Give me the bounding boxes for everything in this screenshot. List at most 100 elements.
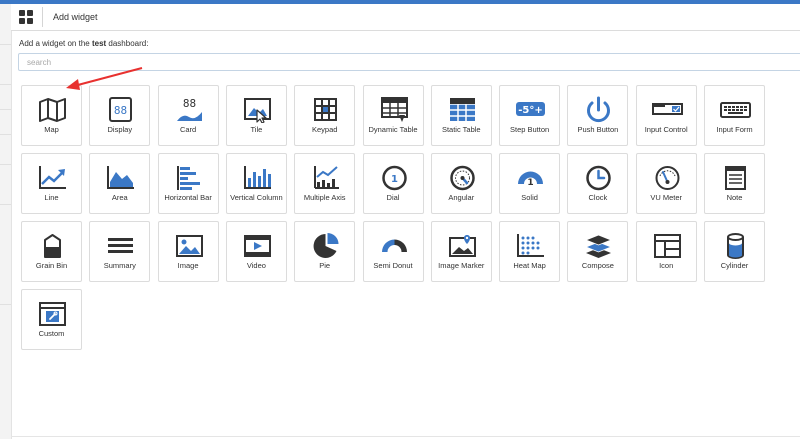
widget-tile-push-button[interactable]: Push Button bbox=[567, 85, 629, 146]
widget-label: Card bbox=[179, 125, 197, 134]
widget-label: Icon bbox=[659, 261, 674, 270]
widget-tile-area[interactable]: Area bbox=[89, 153, 151, 214]
widget-tile-multiple-axis[interactable]: Multiple Axis bbox=[294, 153, 356, 214]
widget-tile-icon[interactable]: Icon bbox=[635, 221, 697, 282]
instruction-text: Add a widget on the test dashboard: bbox=[19, 39, 148, 48]
widget-tile-grain-bin[interactable]: Grain Bin bbox=[21, 221, 82, 282]
solid-gauge-icon: 1 bbox=[518, 171, 544, 188]
dialog-header: Add widget bbox=[11, 4, 800, 31]
widget-label: Static Table bbox=[441, 125, 481, 134]
widget-tile-compose[interactable]: Compose bbox=[567, 221, 629, 282]
pie-chart-icon bbox=[313, 233, 339, 258]
widget-tile-static-table[interactable]: Static Table bbox=[430, 85, 492, 146]
widget-tile-image-marker[interactable]: Image Marker bbox=[430, 221, 492, 282]
widget-tile-keypad[interactable]: Keypad bbox=[294, 85, 356, 146]
widget-label: Step Button bbox=[509, 125, 550, 134]
widget-label: Compose bbox=[581, 261, 614, 270]
widget-tile-map[interactable]: Map bbox=[21, 85, 82, 146]
widget-label: Horizontal Bar bbox=[164, 193, 212, 202]
widget-label: Line bbox=[44, 193, 59, 202]
semi-donut-icon bbox=[381, 239, 407, 252]
widget-tile-angular[interactable]: Angular bbox=[430, 153, 492, 214]
input-control-icon bbox=[651, 103, 683, 115]
widget-label: Dial bbox=[386, 193, 400, 202]
widget-tile-dial[interactable]: 1 Dial bbox=[362, 153, 424, 214]
dashboard-grid-icon[interactable] bbox=[19, 10, 33, 24]
widget-label: Display bbox=[107, 125, 133, 134]
widget-label: Pie bbox=[319, 261, 331, 270]
widget-label: Tile bbox=[250, 125, 263, 134]
widget-tile-image[interactable]: Image bbox=[157, 221, 219, 282]
dynamic-table-icon bbox=[380, 97, 408, 122]
widget-tile-pie[interactable]: Pie bbox=[294, 221, 356, 282]
widget-tile-summary[interactable]: Summary bbox=[89, 221, 151, 282]
svg-text:-5°+: -5°+ bbox=[518, 105, 543, 116]
widget-tile-display[interactable]: 88 Display bbox=[89, 85, 151, 146]
angular-gauge-icon bbox=[450, 165, 475, 191]
compose-icon bbox=[585, 234, 613, 258]
widget-tile-custom[interactable]: Custom bbox=[21, 289, 82, 350]
grain-bin-icon bbox=[44, 234, 61, 258]
widget-tile-card[interactable]: 88 Card bbox=[157, 85, 219, 146]
svg-text:88: 88 bbox=[182, 97, 195, 110]
clock-icon bbox=[586, 165, 612, 191]
widget-tile-line[interactable]: Line bbox=[21, 153, 82, 214]
widget-tile-step-button[interactable]: -5°+ Step Button bbox=[499, 85, 561, 146]
display-icon: 88 bbox=[109, 97, 133, 122]
widget-label: Solid bbox=[521, 193, 538, 202]
widget-label: Summary bbox=[103, 261, 136, 270]
widget-label: Image bbox=[177, 261, 199, 270]
widget-tile-input-form[interactable]: Input Form bbox=[704, 85, 765, 146]
heat-map-icon bbox=[517, 234, 545, 257]
widget-tile-semi-donut[interactable]: Semi Donut bbox=[362, 221, 424, 282]
vu-meter-icon bbox=[655, 166, 680, 190]
widget-label: Angular bbox=[448, 193, 475, 202]
step-button-icon: -5°+ bbox=[516, 102, 546, 116]
keyboard-icon bbox=[720, 102, 751, 118]
widget-label: Keypad bbox=[311, 125, 338, 134]
svg-text:1: 1 bbox=[391, 174, 398, 185]
area-chart-icon bbox=[107, 166, 135, 189]
widget-tile-vertical-column[interactable]: Vertical Column bbox=[225, 153, 287, 214]
widget-label: Input Form bbox=[716, 125, 753, 134]
bottom-divider bbox=[11, 436, 800, 437]
image-icon bbox=[175, 235, 203, 257]
widget-label: Push Button bbox=[577, 125, 619, 134]
widget-tile-dynamic-table[interactable]: Dynamic Table bbox=[362, 85, 424, 146]
widget-tile-input-control[interactable]: Input Control bbox=[635, 85, 697, 146]
icon-layout-icon bbox=[653, 234, 681, 258]
widget-label: Semi Donut bbox=[373, 261, 413, 270]
instruction-prefix: Add a widget on the bbox=[19, 39, 92, 48]
red-annotation-arrow-icon bbox=[66, 67, 143, 90]
widget-tile-horizontal-bar[interactable]: Horizontal Bar bbox=[157, 153, 219, 214]
summary-icon bbox=[108, 238, 134, 253]
widget-tile-cylinder[interactable]: Cylinder bbox=[704, 221, 765, 282]
widget-label: Vertical Column bbox=[230, 193, 283, 202]
line-chart-icon bbox=[39, 166, 66, 189]
widget-label: Grain Bin bbox=[35, 261, 68, 270]
widget-label: Dynamic Table bbox=[368, 125, 418, 134]
video-icon bbox=[243, 235, 271, 257]
widget-tile-heat-map[interactable]: Heat Map bbox=[499, 221, 561, 282]
widget-label: Clock bbox=[588, 193, 608, 202]
header-separator bbox=[42, 7, 43, 27]
widget-tile-video[interactable]: Video bbox=[225, 221, 287, 282]
map-icon bbox=[39, 98, 66, 122]
dialog-title: Add widget bbox=[53, 12, 98, 22]
widget-tile-note[interactable]: Note bbox=[704, 153, 765, 214]
widget-tile-solid[interactable]: 1 Solid bbox=[499, 153, 561, 214]
multiple-axis-icon bbox=[314, 166, 340, 189]
widget-label: Input Control bbox=[644, 125, 688, 134]
widget-tile-vu-meter[interactable]: VU Meter bbox=[635, 153, 697, 214]
svg-text:1: 1 bbox=[527, 178, 533, 188]
static-table-icon bbox=[449, 98, 475, 121]
widget-label: Cylinder bbox=[720, 261, 749, 270]
power-icon bbox=[587, 96, 611, 123]
dashboard-name: test bbox=[91, 39, 107, 48]
widget-label: VU Meter bbox=[650, 193, 683, 202]
widget-label: Custom bbox=[38, 329, 65, 338]
widget-tile-tile[interactable]: Tile bbox=[225, 85, 287, 146]
left-panel bbox=[0, 4, 12, 439]
widget-tile-clock[interactable]: Clock bbox=[567, 153, 629, 214]
tile-icon bbox=[243, 98, 271, 123]
